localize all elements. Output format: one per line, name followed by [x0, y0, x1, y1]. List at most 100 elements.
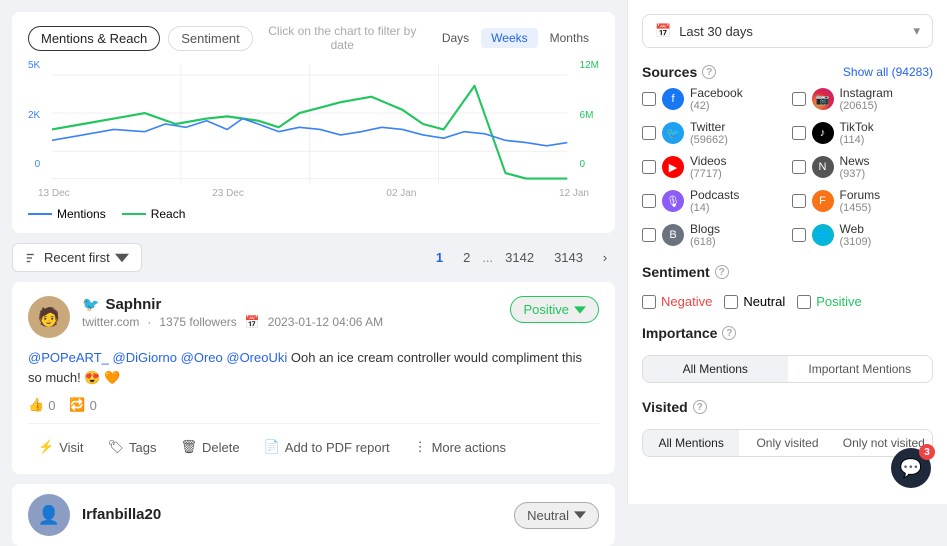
importance-title: Importance ? [642, 325, 736, 341]
action-delete[interactable]: 🗑 Delete [171, 434, 250, 460]
source-blogs-checkbox[interactable] [642, 228, 656, 242]
action-tags[interactable]: 🏷 Tags [98, 434, 167, 460]
sentiment-info-icon[interactable]: ? [715, 265, 729, 279]
stat-likes: 👍 0 [28, 397, 55, 413]
source-twitter: 🐦 Twitter (59662) [642, 120, 784, 146]
post-text: @POPeART_ @DiGiorno @Oreo @OreoUki Ooh a… [28, 348, 599, 387]
source-videos-count: (7717) [690, 168, 726, 180]
time-tab-weeks[interactable]: Weeks [481, 28, 537, 48]
visited-section: Visited ? All Mentions Only visited Only… [642, 399, 933, 457]
post-meta: 🐦 Saphnir twitter.com · 1375 followers 📅… [82, 296, 498, 329]
sentiment-positive[interactable]: Positive [797, 294, 862, 309]
mention-3[interactable]: @Oreo [181, 350, 223, 365]
post-source: twitter.com [82, 315, 139, 329]
source-tiktok-checkbox[interactable] [792, 126, 806, 140]
action-pdf[interactable]: 📄 Add to PDF report [254, 434, 400, 460]
visit-label: Visit [59, 440, 83, 455]
source-tiktok-name: TikTok [840, 120, 874, 134]
retweet-count: 0 [90, 398, 97, 413]
source-twitter-icon: 🐦 [662, 122, 684, 144]
importance-info-icon[interactable]: ? [722, 326, 736, 340]
sort-button[interactable]: Recent first [12, 243, 142, 272]
source-news-checkbox[interactable] [792, 160, 806, 174]
source-blogs-count: (618) [690, 236, 720, 248]
pagination-next[interactable]: › [595, 248, 615, 268]
page-ellipsis: ... [482, 250, 493, 265]
sentiment-badge-2[interactable]: Neutral [514, 502, 599, 529]
tab-sentiment[interactable]: Sentiment [168, 26, 253, 51]
source-podcasts-checkbox[interactable] [642, 194, 656, 208]
source-instagram-icon: 📷 [812, 88, 834, 110]
visited-only[interactable]: Only visited [739, 430, 835, 456]
calendar-icon: 📅 [655, 23, 671, 39]
source-instagram-name: Instagram [840, 86, 893, 100]
post-stats: 👍 0 🔁 0 [28, 397, 599, 413]
action-visit[interactable]: ⚡ Visit [28, 434, 94, 460]
importance-important[interactable]: Important Mentions [788, 356, 933, 382]
tab-mentions-reach[interactable]: Mentions & Reach [28, 26, 160, 51]
retweet-icon: 🔁 [69, 397, 85, 413]
mention-2[interactable]: @DiGiorno [113, 350, 178, 365]
mention-1[interactable]: @POPeART_ [28, 350, 109, 365]
post-body: Ooh an ice cream controller would compli… [28, 350, 582, 385]
source-news: N News (937) [792, 154, 934, 180]
action-more[interactable]: ⋮ More actions [404, 434, 516, 460]
source-videos-icon: ▶ [662, 156, 684, 178]
delete-icon: 🗑 [181, 439, 198, 455]
post-followers: 1375 followers [159, 315, 236, 329]
y-left-mid: 2K [28, 110, 40, 121]
time-tab-months[interactable]: Months [540, 28, 599, 48]
source-blogs-name: Blogs [690, 222, 720, 236]
more-label: More actions [432, 440, 506, 455]
source-instagram-checkbox[interactable] [792, 92, 806, 106]
like-count: 0 [48, 398, 55, 413]
sentiment-positive-cb[interactable] [797, 295, 811, 309]
sentiment-label-2: Neutral [527, 508, 569, 523]
source-web-name: Web [840, 222, 872, 236]
source-videos-checkbox[interactable] [642, 160, 656, 174]
right-panel: 📅 Last 30 days ▾ Sources ? Show all (942… [627, 0, 947, 504]
importance-all[interactable]: All Mentions [643, 356, 788, 382]
author-row: 🐦 Saphnir [82, 296, 498, 313]
page-3143[interactable]: 3143 [546, 246, 591, 269]
date-filter[interactable]: 📅 Last 30 days ▾ [642, 14, 933, 48]
mention-4[interactable]: @OreoUki [226, 350, 287, 365]
source-blogs: B Blogs (618) [642, 222, 784, 248]
sentiment-negative-cb[interactable] [642, 295, 656, 309]
page-3142[interactable]: 3142 [497, 246, 542, 269]
legend-reach: Reach [122, 207, 186, 221]
source-web-icon: 🌐 [812, 224, 834, 246]
visited-all[interactable]: All Mentions [643, 430, 739, 456]
pdf-label: Add to PDF report [285, 440, 390, 455]
sentiment-neutral-cb[interactable] [724, 295, 738, 309]
visited-info-icon[interactable]: ? [693, 400, 707, 414]
chart-header: Mentions & Reach Sentiment Click on the … [28, 24, 599, 52]
page-2[interactable]: 2 [455, 246, 478, 269]
sentiment-neutral[interactable]: Neutral [724, 294, 785, 309]
author-name-2: Irfanbilla20 [82, 506, 161, 523]
sentiment-positive-label: Positive [816, 294, 862, 309]
source-podcasts: 🎙 Podcasts (14) [642, 188, 784, 214]
visited-buttons: All Mentions Only visited Only not visit… [642, 429, 933, 457]
source-twitter-checkbox[interactable] [642, 126, 656, 140]
show-all-link[interactable]: Show all (94283) [843, 65, 933, 79]
source-forums-checkbox[interactable] [792, 194, 806, 208]
source-videos-name: Videos [690, 154, 726, 168]
source-twitter-name: Twitter [690, 120, 728, 134]
y-left-bot: 0 [28, 159, 40, 170]
source-instagram-count: (20615) [840, 100, 893, 112]
chart-svg-area[interactable] [52, 64, 567, 184]
chat-bubble[interactable]: 💬 3 [891, 448, 931, 488]
legend-mentions: Mentions [28, 207, 106, 221]
source-news-icon: N [812, 156, 834, 178]
source-forums: F Forums (1455) [792, 188, 934, 214]
sources-info-icon[interactable]: ? [702, 65, 716, 79]
sentiment-negative[interactable]: Negative [642, 294, 712, 309]
source-web-checkbox[interactable] [792, 228, 806, 242]
visited-title: Visited ? [642, 399, 707, 415]
page-1[interactable]: 1 [428, 246, 451, 269]
source-facebook-checkbox[interactable] [642, 92, 656, 106]
sentiment-badge[interactable]: Positive [510, 296, 599, 323]
time-tab-days[interactable]: Days [432, 28, 479, 48]
date-filter-label: Last 30 days [679, 24, 753, 39]
